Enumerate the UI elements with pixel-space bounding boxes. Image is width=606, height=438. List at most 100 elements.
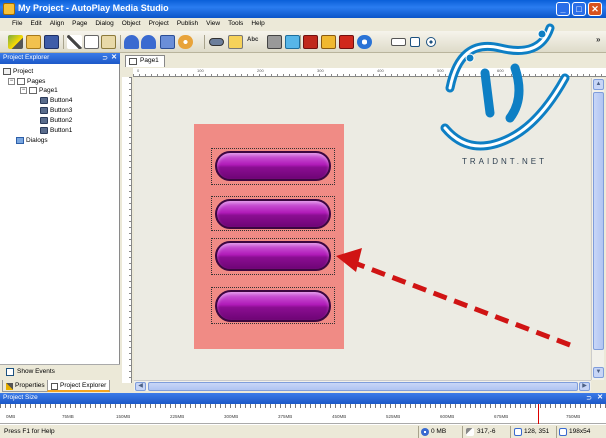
page-icon	[129, 58, 137, 65]
cut-icon[interactable]	[67, 35, 82, 49]
vertical-ruler	[122, 77, 132, 383]
maximize-button[interactable]: □	[572, 2, 586, 16]
button3-object[interactable]	[215, 241, 331, 271]
button-object-icon	[40, 107, 48, 114]
menu-page[interactable]: Page	[68, 18, 91, 31]
ruler-label: 400	[377, 68, 384, 73]
size-tick-label: 0MB	[6, 414, 16, 419]
close-icon[interactable]: ✕	[597, 393, 603, 401]
open-folder-icon[interactable]	[26, 35, 41, 49]
menu-edit[interactable]: Edit	[26, 18, 45, 31]
close-button[interactable]: ✕	[588, 2, 602, 16]
horizontal-scrollbar[interactable]: ◀ ▶	[134, 380, 591, 391]
tree-node-page1[interactable]: − Page1	[20, 86, 58, 95]
input-object-icon[interactable]	[391, 38, 406, 46]
minimize-button[interactable]: _	[556, 2, 570, 16]
ruler-label: 0	[137, 68, 140, 73]
pin-icon[interactable]: ⊃	[586, 394, 592, 402]
menu-publish[interactable]: Publish	[173, 18, 202, 31]
checkbox-object-icon[interactable]	[410, 37, 420, 47]
vertical-scroll-thumb[interactable]	[593, 92, 604, 350]
size-tick-label: 600MB	[440, 414, 455, 419]
tab-properties[interactable]: Properties	[2, 380, 49, 392]
tree-node-dialogs[interactable]: Dialogs	[16, 136, 48, 145]
cursor-position-icon	[466, 428, 474, 436]
undo-icon[interactable]	[124, 35, 139, 49]
menu-file[interactable]: File	[8, 18, 26, 31]
tree-node-pages[interactable]: − Pages	[8, 77, 45, 86]
pin-icon[interactable]: ⊃	[102, 54, 108, 62]
ie-object-icon[interactable]	[357, 35, 372, 49]
project-explorer-title-bar: Project Explorer ⊃ ✕	[0, 53, 120, 64]
scroll-right-arrow[interactable]: ▶	[579, 382, 590, 391]
toolbar-overflow-icon[interactable]: »	[596, 35, 600, 44]
button4-object[interactable]	[215, 290, 331, 322]
tree-node-project[interactable]: Project	[3, 67, 33, 76]
button1-object[interactable]	[215, 151, 331, 181]
button-object-icon	[40, 117, 48, 124]
button-object-icon[interactable]	[209, 38, 224, 46]
menu-align[interactable]: Align	[46, 18, 68, 31]
horizontal-scroll-thumb[interactable]	[148, 382, 578, 391]
menu-tools[interactable]: Tools	[224, 18, 247, 31]
tree-node-button1[interactable]: Button1	[40, 126, 72, 135]
preview-icon[interactable]	[160, 35, 175, 49]
toolbar-separator	[300, 35, 301, 49]
status-dimensions: 198x54	[569, 428, 591, 435]
show-events-checkbox[interactable]	[6, 368, 14, 376]
menu-object[interactable]: Object	[118, 18, 145, 31]
menu-help[interactable]: Help	[247, 18, 268, 31]
project-size-title-bar: Project Size ⊃ ✕	[0, 393, 606, 404]
size-tick-label: 75MB	[62, 414, 74, 419]
tree-label: Button4	[50, 97, 73, 104]
button-object-icon	[40, 97, 48, 104]
collapse-icon[interactable]: −	[20, 87, 27, 94]
magic-wand-icon[interactable]	[8, 35, 23, 49]
collapse-icon[interactable]: −	[8, 78, 15, 85]
scroll-down-arrow[interactable]: ▼	[593, 367, 604, 378]
tree-label: Project	[13, 68, 34, 75]
watermark-brand: TRAIDNT.NET	[462, 157, 547, 166]
scroll-left-arrow[interactable]: ◀	[135, 382, 146, 391]
pdf-object-icon[interactable]	[339, 35, 354, 49]
tab-label: Project Explorer	[60, 382, 107, 389]
tree-node-button4[interactable]: Button4	[40, 96, 72, 105]
properties-icon	[6, 383, 13, 390]
status-size: 0 MB	[431, 428, 447, 435]
tree-node-button3[interactable]: Button3	[40, 106, 72, 115]
dialogs-icon	[16, 137, 24, 144]
status-divider	[510, 426, 511, 438]
plugin-object-icon[interactable]	[267, 35, 282, 49]
tab-project-explorer[interactable]: Project Explorer	[47, 380, 111, 392]
tree-label: Button3	[50, 107, 73, 114]
button-object-icon	[40, 127, 48, 134]
project-size-title: Project Size	[3, 394, 38, 401]
slideshow-object-icon[interactable]	[321, 35, 336, 49]
tree-node-button2[interactable]: Button2	[40, 116, 72, 125]
scroll-up-arrow[interactable]: ▲	[593, 79, 604, 90]
label-object-icon[interactable]: Abc	[247, 37, 258, 43]
toolbar-separator	[63, 35, 64, 49]
status-divider	[462, 426, 463, 438]
menu-view[interactable]: View	[202, 18, 224, 31]
tab-page1[interactable]: Page1	[125, 55, 165, 67]
web-object-icon[interactable]	[285, 35, 300, 49]
copy-icon[interactable]	[84, 35, 99, 49]
menu-project[interactable]: Project	[145, 18, 173, 31]
save-icon[interactable]	[44, 35, 59, 49]
ruler-label: 300	[317, 68, 324, 73]
tree-label: Page1	[39, 87, 58, 94]
vertical-scrollbar[interactable]: ▲ ▼	[591, 78, 604, 380]
paste-icon[interactable]	[101, 35, 116, 49]
button2-object[interactable]	[215, 199, 331, 229]
image-object-icon[interactable]	[228, 35, 243, 49]
close-icon[interactable]: ✕	[111, 53, 117, 61]
disk-icon	[421, 428, 429, 436]
pages-icon	[17, 78, 25, 85]
redo-icon[interactable]	[141, 35, 156, 49]
object-size-icon	[559, 428, 567, 436]
flash-object-icon[interactable]	[303, 35, 318, 49]
size-limit-marker	[538, 404, 539, 424]
menu-dialog[interactable]: Dialog	[91, 18, 117, 31]
publish-icon[interactable]	[178, 35, 193, 49]
